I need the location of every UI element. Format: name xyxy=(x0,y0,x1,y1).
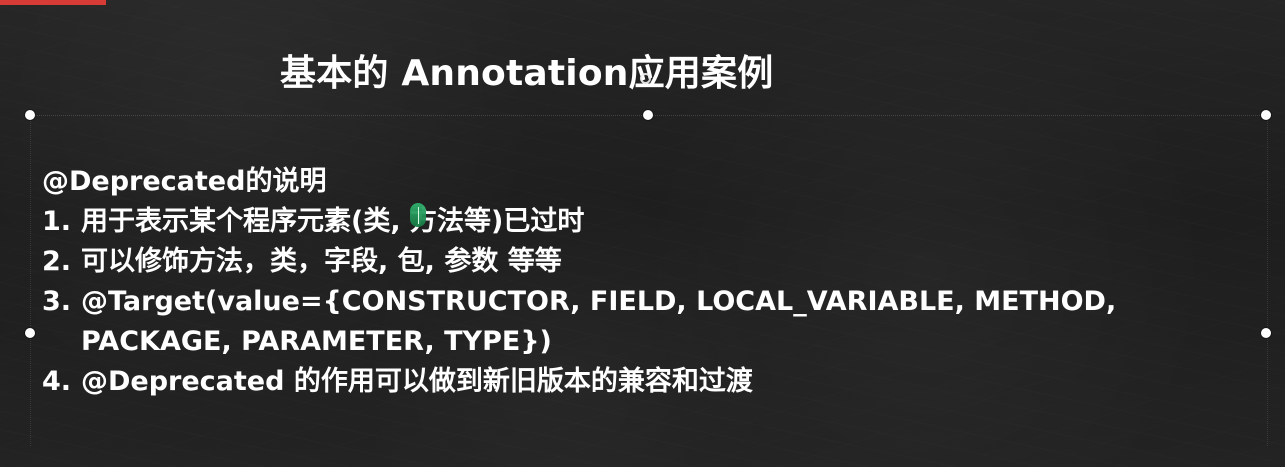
slide-title[interactable]: 基本的 Annotation应用案例 xyxy=(280,50,773,98)
list-number: 1. xyxy=(42,206,72,237)
list-text: @Deprecated 的作用可以做到新旧版本的兼容和过渡 xyxy=(81,366,753,397)
circle-handle-icon[interactable] xyxy=(25,110,35,120)
list-item: 1. 用于表示某个程序元素(类, 方法等)已过时 xyxy=(42,202,1222,242)
circle-handle-icon[interactable] xyxy=(643,110,653,120)
circle-handle-icon[interactable] xyxy=(25,328,35,338)
list-item: 3. @Target(value={CONSTRUCTOR, FIELD, LO… xyxy=(42,282,1222,362)
cursor-ring-icon xyxy=(640,73,651,84)
circle-handle-icon[interactable] xyxy=(1261,110,1271,120)
list-number: 3. xyxy=(42,286,72,317)
list-item: 4. @Deprecated 的作用可以做到新旧版本的兼容和过渡 xyxy=(42,362,1222,402)
list-text: 可以修饰方法，类，字段, 包, 参数 等等 xyxy=(81,246,562,277)
slide-body-text[interactable]: @Deprecated的说明 1. 用于表示某个程序元素(类, 方法等)已过时 … xyxy=(42,162,1222,402)
list-number: 4. xyxy=(42,366,72,397)
list-item: 2. 可以修饰方法，类，字段, 包, 参数 等等 xyxy=(42,242,1222,282)
text-caret-icon xyxy=(410,203,426,227)
list-text: 用于表示某个程序元素(类, 方法等)已过时 xyxy=(81,206,585,237)
circle-handle-icon[interactable] xyxy=(1261,328,1271,338)
top-accent-bar xyxy=(0,0,106,5)
presentation-slide: 基本的 Annotation应用案例 @Deprecated的说明 1. 用于表… xyxy=(0,0,1285,467)
list-number: 2. xyxy=(42,246,72,277)
body-heading: @Deprecated的说明 xyxy=(42,166,327,197)
list-text: @Target(value={CONSTRUCTOR, FIELD, LOCAL… xyxy=(81,286,1117,357)
